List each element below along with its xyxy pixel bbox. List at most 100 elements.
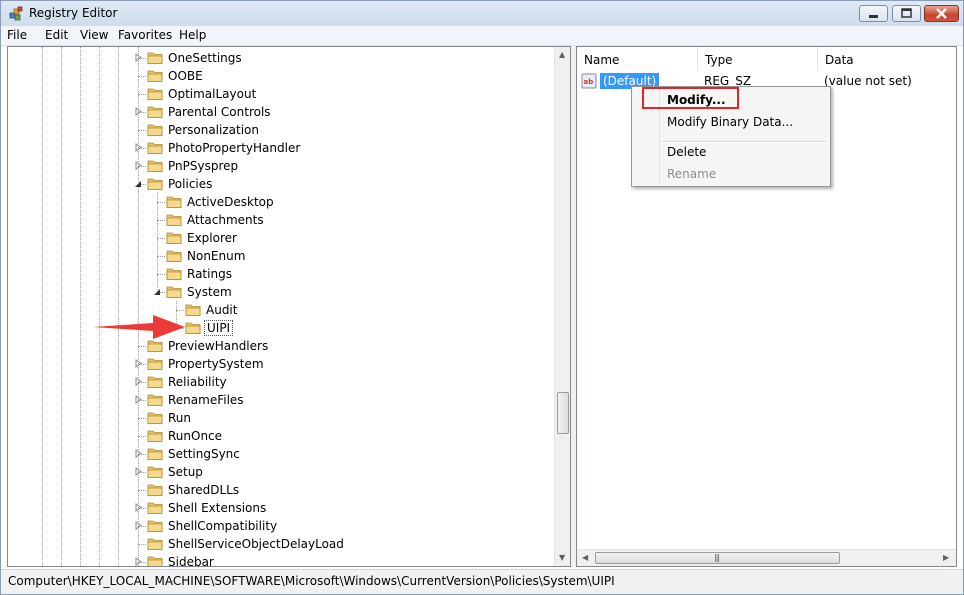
tree-item[interactable]: ShellServiceObjectDelayLoad bbox=[8, 535, 554, 553]
folder-icon bbox=[185, 304, 201, 316]
tree-item[interactable]: Shell Extensions bbox=[8, 499, 554, 517]
collapsed-triangle-icon[interactable] bbox=[134, 395, 143, 404]
tree-item[interactable]: Parental Controls bbox=[8, 103, 554, 121]
svg-text:ab: ab bbox=[584, 78, 594, 86]
tree-item[interactable]: Ratings bbox=[8, 265, 554, 283]
tree-item[interactable]: ActiveDesktop bbox=[8, 193, 554, 211]
tree-item[interactable]: PnPSysprep bbox=[8, 157, 554, 175]
column-header-data[interactable]: Data bbox=[818, 47, 956, 71]
collapsed-triangle-icon[interactable] bbox=[134, 521, 143, 530]
tree-item[interactable]: Reliability bbox=[8, 373, 554, 391]
collapsed-triangle-icon[interactable] bbox=[134, 143, 143, 152]
close-button[interactable] bbox=[924, 5, 959, 22]
tree-item[interactable]: Personalization bbox=[8, 121, 554, 139]
tree-item[interactable]: Policies bbox=[8, 175, 554, 193]
list-horizontal-scrollbar[interactable]: ◀ ||| ▶ bbox=[577, 549, 956, 566]
menu-help[interactable]: Help bbox=[179, 28, 206, 42]
scroll-left-icon[interactable]: ◀ bbox=[582, 553, 588, 562]
column-header-name[interactable]: Name bbox=[577, 47, 698, 71]
tree-vertical-scrollbar[interactable]: ▲ ▼ bbox=[554, 47, 570, 566]
tree-item[interactable]: RenameFiles bbox=[8, 391, 554, 409]
tree-item[interactable]: System bbox=[8, 283, 554, 301]
maximize-icon bbox=[901, 8, 912, 18]
tree-item[interactable]: SettingSync bbox=[8, 445, 554, 463]
tree-item[interactable]: SharedDLLs bbox=[8, 481, 554, 499]
tree-item-label: UIPI bbox=[204, 320, 234, 336]
context-menu-delete[interactable]: Delete bbox=[634, 142, 828, 162]
registry-tree-pane[interactable]: OneSettings OOBE OptimalLayout Parental Con… bbox=[7, 46, 571, 567]
column-header-type[interactable]: Type bbox=[698, 47, 818, 71]
collapsed-triangle-icon[interactable] bbox=[134, 53, 143, 62]
menu-view[interactable]: View bbox=[80, 28, 108, 42]
tree-item[interactable]: UIPI bbox=[8, 319, 554, 337]
tree-item[interactable]: Attachments bbox=[8, 211, 554, 229]
expanded-triangle-icon[interactable] bbox=[134, 179, 143, 188]
tree-item[interactable]: OneSettings bbox=[8, 49, 554, 67]
collapsed-triangle-icon[interactable] bbox=[134, 449, 143, 458]
context-menu-modify-binary[interactable]: Modify Binary Data... bbox=[634, 112, 828, 132]
tree-item-label: PhotoPropertyHandler bbox=[168, 141, 301, 155]
tree-item[interactable]: Setup bbox=[8, 463, 554, 481]
collapsed-triangle-icon[interactable] bbox=[134, 161, 143, 170]
tree-item[interactable]: Sidebar bbox=[8, 553, 554, 567]
menu-bar: File Edit View Favorites Help bbox=[1, 26, 963, 46]
tree-item[interactable]: OptimalLayout bbox=[8, 85, 554, 103]
folder-icon bbox=[147, 376, 163, 388]
scroll-right-icon[interactable]: ▶ bbox=[943, 553, 949, 562]
collapsed-triangle-icon[interactable] bbox=[134, 557, 143, 566]
modify-highlight-annotation bbox=[642, 87, 739, 109]
folder-icon bbox=[166, 268, 182, 280]
maximize-button[interactable] bbox=[892, 5, 921, 22]
tree-item[interactable]: PreviewHandlers bbox=[8, 337, 554, 355]
tree-item[interactable]: Run bbox=[8, 409, 554, 427]
tree-item-label: Reliability bbox=[168, 375, 227, 389]
window-title: Registry Editor bbox=[29, 6, 118, 20]
tree-item[interactable]: Audit bbox=[8, 301, 554, 319]
menu-favorites[interactable]: Favorites bbox=[118, 28, 172, 42]
folder-icon bbox=[147, 538, 163, 550]
list-scroll-thumb[interactable]: ||| bbox=[595, 552, 840, 564]
folder-icon bbox=[185, 322, 201, 334]
tree-item[interactable]: PhotoPropertyHandler bbox=[8, 139, 554, 157]
tree-item-label: ActiveDesktop bbox=[187, 195, 274, 209]
minimize-button[interactable] bbox=[859, 5, 888, 22]
value-data: (value not set) bbox=[824, 74, 912, 88]
folder-icon bbox=[147, 520, 163, 532]
folder-icon bbox=[166, 232, 182, 244]
scroll-up-icon[interactable]: ▲ bbox=[559, 50, 565, 59]
tree-item-label: PreviewHandlers bbox=[168, 339, 269, 353]
folder-icon bbox=[147, 430, 163, 442]
folder-icon bbox=[166, 250, 182, 262]
tree-item-label: RunOnce bbox=[168, 429, 223, 443]
tree-item[interactable]: PropertySystem bbox=[8, 355, 554, 373]
tree-item-label: ShellServiceObjectDelayLoad bbox=[168, 537, 344, 551]
tree-item-label: RenameFiles bbox=[168, 393, 244, 407]
folder-icon bbox=[147, 448, 163, 460]
scroll-down-icon[interactable]: ▼ bbox=[559, 553, 565, 562]
folder-icon bbox=[147, 106, 163, 118]
collapsed-triangle-icon[interactable] bbox=[134, 359, 143, 368]
registry-editor-icon bbox=[9, 6, 23, 21]
folder-icon bbox=[147, 70, 163, 82]
tree-item-label: NonEnum bbox=[187, 249, 246, 263]
expanded-triangle-icon[interactable] bbox=[153, 287, 162, 296]
title-bar[interactable]: Registry Editor bbox=[1, 1, 963, 26]
tree-item[interactable]: Explorer bbox=[8, 229, 554, 247]
tree-item-label: Sidebar bbox=[168, 555, 214, 567]
collapsed-triangle-icon[interactable] bbox=[134, 377, 143, 386]
collapsed-triangle-icon[interactable] bbox=[134, 107, 143, 116]
menu-file[interactable]: File bbox=[7, 28, 27, 42]
menu-edit[interactable]: Edit bbox=[45, 28, 68, 42]
tree-item[interactable]: NonEnum bbox=[8, 247, 554, 265]
tree-scroll-thumb[interactable] bbox=[557, 392, 569, 434]
tree-item-label: ShellCompatibility bbox=[168, 519, 278, 533]
tree-item[interactable]: ShellCompatibility bbox=[8, 517, 554, 535]
tree-item[interactable]: OOBE bbox=[8, 67, 554, 85]
tree-item-label: SharedDLLs bbox=[168, 483, 240, 497]
tree-item-label: PropertySystem bbox=[168, 357, 264, 371]
tree-item-label: Parental Controls bbox=[168, 105, 271, 119]
collapsed-triangle-icon[interactable] bbox=[134, 503, 143, 512]
collapsed-triangle-icon[interactable] bbox=[134, 467, 143, 476]
tree-item[interactable]: RunOnce bbox=[8, 427, 554, 445]
tree-item-label: Run bbox=[168, 411, 192, 425]
